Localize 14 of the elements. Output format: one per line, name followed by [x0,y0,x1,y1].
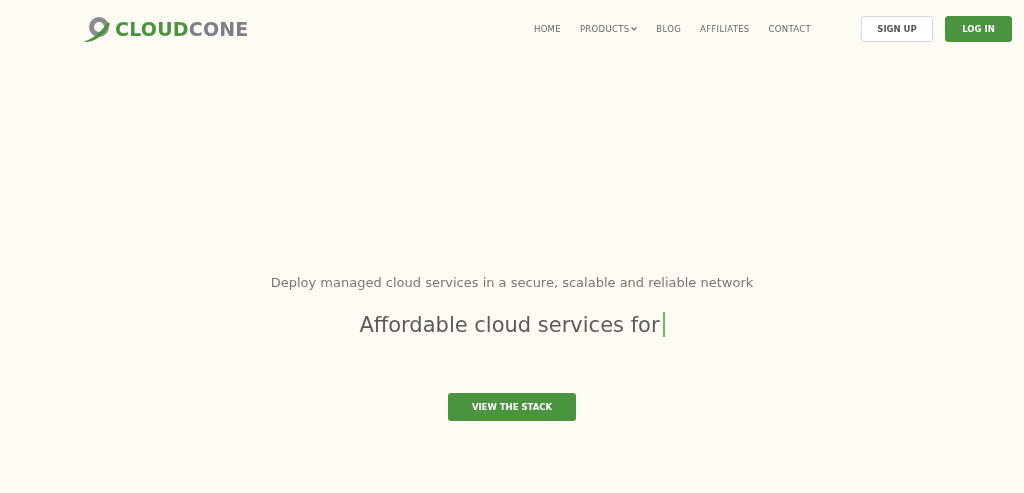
logo-icon [84,14,112,43]
hero-subtitle: Deploy managed cloud services in a secure, scalable and reliable network [270,275,754,290]
chevron-down-icon [631,26,638,31]
logo-text: CLOUDCONE [115,17,249,40]
nav-link[interactable]: BLOG [656,23,682,34]
signup-button[interactable]: SIGN UP [861,15,933,42]
nav-link[interactable]: AFFILIATES [700,23,750,34]
hero-headline: Affordable cloud services for [359,312,660,337]
nav-link[interactable]: HOME [533,23,561,34]
nav-link[interactable]: PRODUCTS [579,23,638,34]
nav-link[interactable]: CONTACT [768,23,811,34]
text-cursor [662,312,665,337]
cta-button[interactable]: VIEW THE STACK [448,393,576,421]
login-button[interactable]: LOG IN [945,15,1012,42]
